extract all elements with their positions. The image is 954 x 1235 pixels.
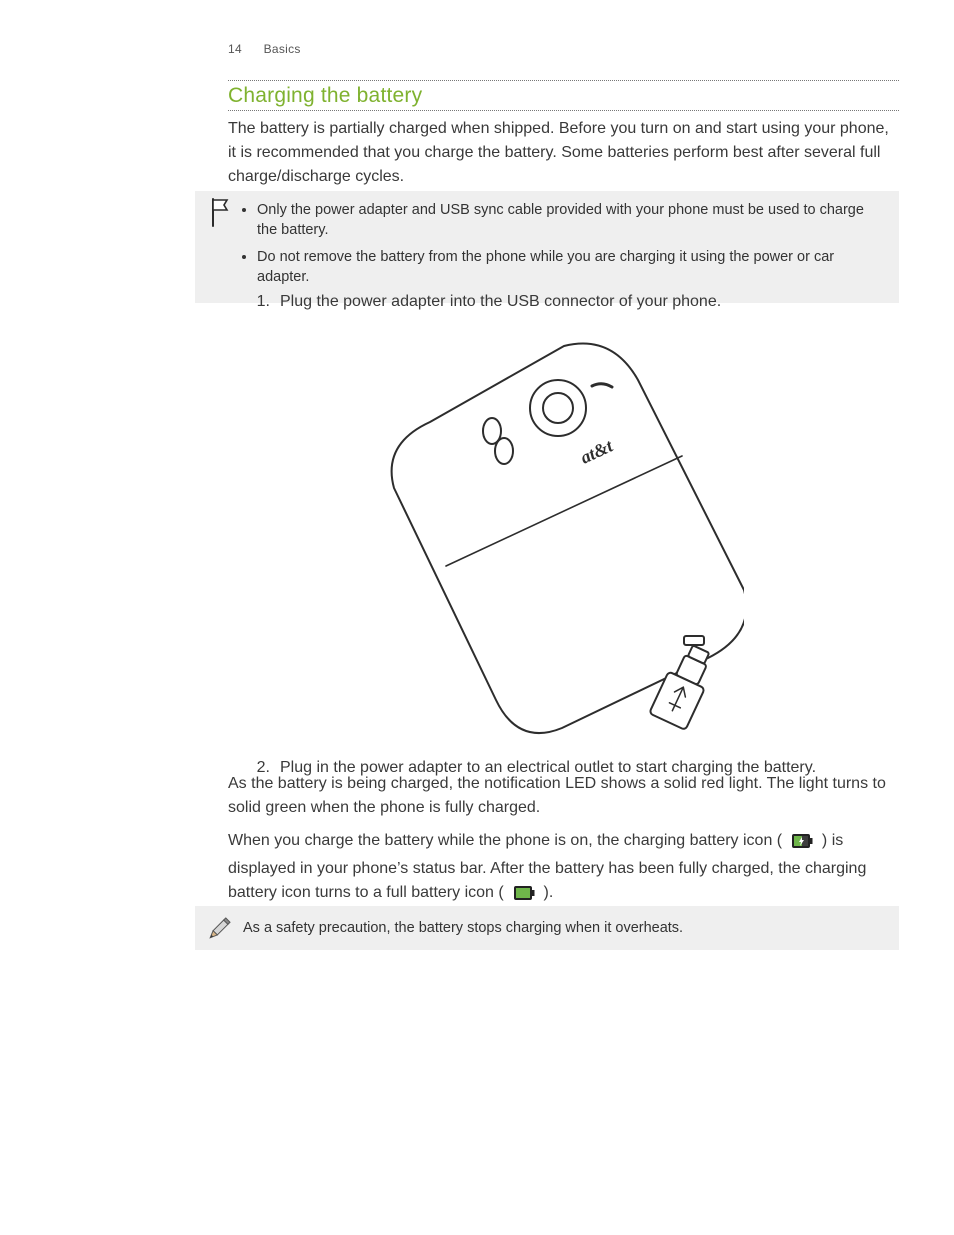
safety-note: As a safety precaution, the battery stop… <box>195 906 899 950</box>
text-part: When you charge the battery while the ph… <box>228 832 787 849</box>
step-number: 1. <box>228 290 280 314</box>
text-part: ). <box>539 884 553 901</box>
running-header: 14 Basics <box>228 42 301 56</box>
flag-icon <box>208 197 234 229</box>
divider-bottom <box>228 110 899 111</box>
led-paragraph: As the battery is being charged, the not… <box>228 772 899 820</box>
chapter-name: Basics <box>264 42 301 56</box>
step-text: Plug the power adapter into the USB conn… <box>280 290 721 314</box>
section-title: Charging the battery <box>228 84 899 108</box>
battery-charging-icon <box>791 833 813 857</box>
caution-list: Only the power adapter and USB sync cabl… <box>243 200 885 287</box>
caution-callout: Only the power adapter and USB sync cabl… <box>195 191 899 303</box>
ordered-steps: 1. Plug the power adapter into the USB c… <box>228 290 899 786</box>
step-1: 1. Plug the power adapter into the USB c… <box>228 290 899 314</box>
caution-item: Do not remove the battery from the phone… <box>257 247 885 288</box>
caution-item: Only the power adapter and USB sync cabl… <box>257 200 885 241</box>
phone-usb-illustration: at&t <box>228 338 899 738</box>
divider-top <box>228 80 899 81</box>
note-text: As a safety precaution, the battery stop… <box>243 920 683 936</box>
page-number: 14 <box>228 42 242 56</box>
pencil-icon <box>204 916 232 944</box>
intro-paragraph: The battery is partially charged when sh… <box>228 117 899 189</box>
section-heading-block: Charging the battery <box>228 80 899 111</box>
battery-icon-paragraph: When you charge the battery while the ph… <box>228 829 899 909</box>
